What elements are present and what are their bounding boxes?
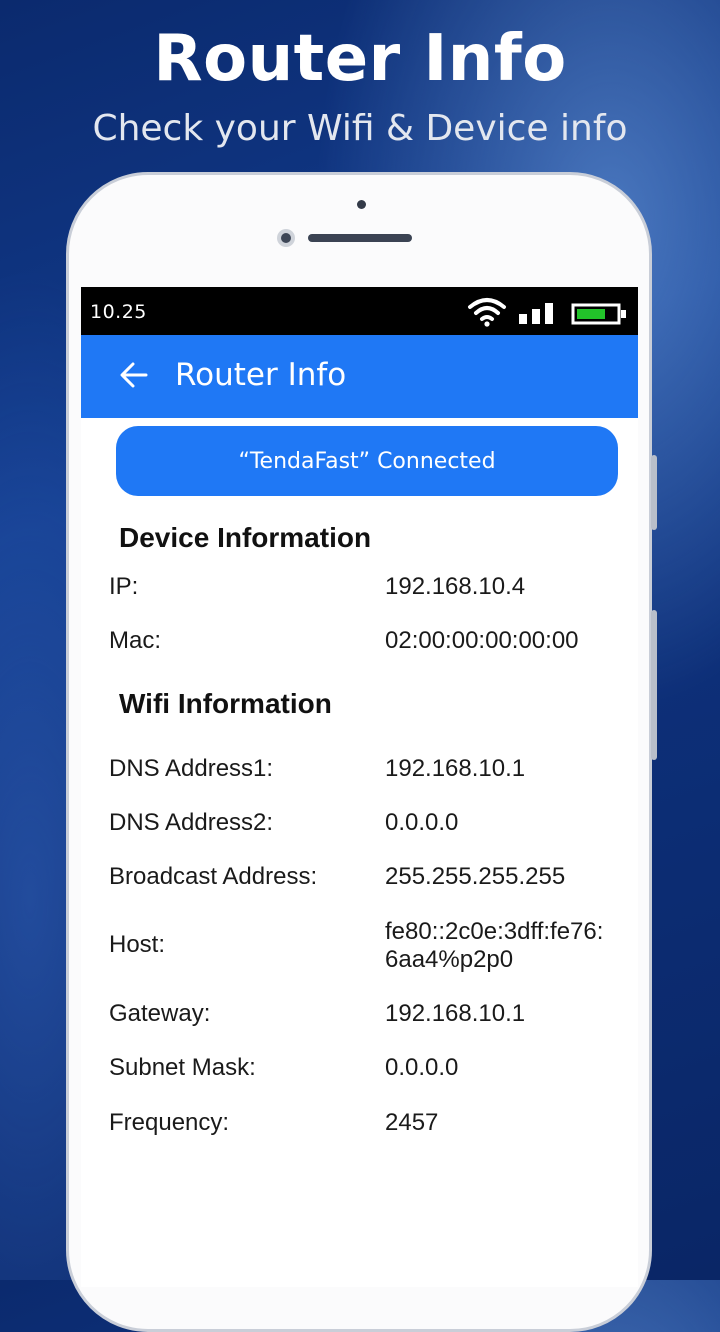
phone-side-button — [651, 610, 657, 760]
phone-screen: 10.25 Router Info “TendaFast” Connected … — [81, 287, 638, 1287]
front-camera — [277, 229, 295, 247]
row-label: Host: — [109, 931, 166, 958]
row-value: 192.168.10.1 — [385, 755, 526, 782]
row-label: Broadcast Address: — [109, 863, 318, 890]
arrow-left-icon[interactable] — [119, 361, 149, 389]
row-label: IP: — [109, 573, 139, 600]
row-label: Subnet Mask: — [109, 1054, 256, 1081]
row-value: 192.168.10.4 — [385, 573, 526, 600]
device-info-title: Device Information — [119, 522, 372, 553]
row-label: DNS Address1: — [109, 755, 274, 782]
row-value: 0.0.0.0 — [385, 1054, 459, 1081]
promo-subtitle: Check your Wifi & Device info — [92, 108, 628, 149]
row-label: Mac: — [109, 627, 162, 654]
row-value: 192.168.10.1 — [385, 1000, 526, 1027]
row-value: 2457 — [385, 1109, 439, 1136]
row-label: DNS Address2: — [109, 809, 274, 836]
row-value: 0.0.0.0 — [385, 809, 459, 836]
wifi-icon — [468, 298, 506, 327]
phone-sensor — [357, 200, 366, 209]
connection-status-button[interactable]: “TendaFast” Connected — [116, 426, 618, 496]
status-time: 10.25 — [90, 301, 147, 323]
row-label: Gateway: — [109, 1000, 211, 1027]
phone-side-button — [651, 455, 657, 530]
status-bar: 10.25 — [81, 287, 638, 335]
row-label: Frequency: — [109, 1109, 230, 1136]
row-value: 255.255.255.255 — [385, 863, 566, 890]
promo-title: Router Info — [153, 22, 567, 96]
app-bar: Router Info — [81, 335, 638, 418]
row-value-line2: 6aa4%p2p0 — [385, 946, 514, 973]
phone-speaker — [308, 234, 412, 242]
row-value: 02:00:00:00:00:00 — [385, 627, 579, 654]
wifi-info-title: Wifi Information — [119, 688, 332, 719]
row-value: fe80::2c0e:3dff:fe76: — [385, 918, 604, 945]
app-bar-title: Router Info — [175, 357, 347, 393]
battery-icon — [571, 303, 626, 325]
signal-icon — [519, 303, 553, 324]
